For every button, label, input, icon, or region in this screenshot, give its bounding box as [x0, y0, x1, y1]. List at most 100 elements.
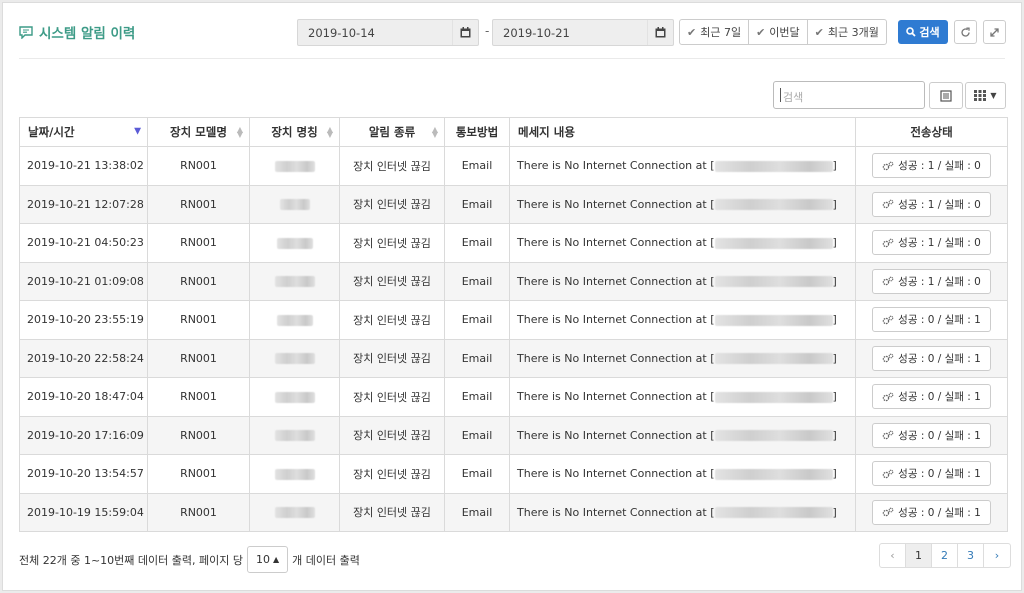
message-text: There is No Internet Connection at [: [517, 351, 715, 365]
send-status-button[interactable]: 성공 : 0 / 실패 : 1: [872, 499, 991, 525]
gears-icon: [882, 353, 894, 363]
table-search-input[interactable]: 검색: [773, 81, 925, 109]
cell-status: 성공 : 0 / 실패 : 1: [855, 454, 1008, 494]
send-status-label: 성공 : 1 / 실패 : 0: [898, 237, 981, 250]
cell-status: 성공 : 1 / 실패 : 0: [855, 223, 1008, 263]
send-status-label: 성공 : 1 / 실패 : 0: [898, 275, 981, 288]
table-row: 2019-10-21 01:09:08 RN001 장치 인터넷 끊김 Email Th…: [19, 261, 1008, 301]
cell-message: There is No Internet Connection at []: [509, 338, 856, 378]
column-header-device-name[interactable]: 장치 명칭 ▲ ▼: [249, 117, 340, 147]
cell-method: Email: [444, 184, 510, 224]
cell-datetime: 2019-10-21 01:09:08: [19, 261, 148, 301]
column-header-label: 장치 명칭: [271, 125, 318, 139]
cell-message: There is No Internet Connection at []: [509, 492, 856, 532]
cell-model: RN001: [147, 377, 250, 417]
column-header-alert-type[interactable]: 알림 종류 ▲ ▼: [339, 117, 445, 147]
end-date-field[interactable]: 2019-10-21: [492, 19, 674, 46]
message-text: There is No Internet Connection at [: [517, 274, 715, 288]
range-this-month-button[interactable]: ✔ 이번달: [749, 20, 808, 44]
start-date-value: 2019-10-14: [308, 26, 375, 40]
table-row: 2019-10-21 13:38:02 RN001 장치 인터넷 끊김 Email Th…: [19, 146, 1008, 186]
start-date-field[interactable]: 2019-10-14: [297, 19, 479, 46]
send-status-button[interactable]: 성공 : 0 / 실패 : 1: [872, 461, 991, 487]
redacted-location: [714, 276, 833, 288]
cell-alert-type: 장치 인터넷 끊김: [339, 223, 445, 263]
column-header-label: 전송상태: [910, 125, 953, 139]
column-header-method: 통보방법: [444, 117, 510, 147]
cell-alert-type: 장치 인터넷 끊김: [339, 146, 445, 186]
cell-status: 성공 : 1 / 실패 : 0: [855, 184, 1008, 224]
send-status-label: 성공 : 0 / 실패 : 1: [898, 429, 981, 442]
column-header-model[interactable]: 장치 모델명 ▲ ▼: [147, 117, 250, 147]
send-status-button[interactable]: 성공 : 0 / 실패 : 1: [872, 384, 991, 410]
redacted-device-name: [279, 199, 310, 211]
column-header-datetime[interactable]: 날짜/시간 ▼: [19, 117, 148, 147]
expand-button[interactable]: [983, 20, 1006, 44]
column-header-message: 메세지 내용: [509, 117, 856, 147]
page-2-button[interactable]: 2: [932, 544, 958, 567]
footer-summary: 전체 22개 중 1~10번째 데이터 출력, 페이지 당: [19, 553, 243, 567]
expand-icon: [990, 27, 999, 37]
page-prev-button[interactable]: ‹: [880, 544, 906, 567]
sort-icon: ▲ ▼: [326, 125, 333, 139]
send-status-button[interactable]: 성공 : 0 / 실패 : 1: [872, 345, 991, 371]
range-button-label: 최근 7일: [700, 26, 742, 39]
toggle-view-button[interactable]: [929, 82, 963, 109]
cell-method: Email: [444, 377, 510, 417]
gears-icon: [882, 469, 894, 478]
column-header-label: 알림 종류: [368, 125, 416, 139]
send-status-button[interactable]: 성공 : 0 / 실패 : 1: [872, 422, 991, 448]
check-icon: ✔: [756, 25, 766, 39]
send-status-button[interactable]: 성공 : 1 / 실패 : 0: [872, 153, 991, 179]
search-icon: [906, 27, 917, 37]
message-close: ]: [832, 428, 837, 442]
sort-desc-icon: ▼: [134, 126, 141, 137]
send-status-button[interactable]: 성공 : 1 / 실패 : 0: [872, 191, 991, 217]
redacted-device-name: [276, 237, 313, 249]
cell-message: There is No Internet Connection at []: [509, 184, 856, 224]
send-status-button[interactable]: 성공 : 1 / 실패 : 0: [872, 268, 991, 294]
cell-device-name: [249, 454, 340, 494]
cell-device-name: [249, 184, 340, 224]
cell-message: There is No Internet Connection at []: [509, 454, 856, 494]
search-button[interactable]: 검색: [898, 20, 948, 44]
page-size-dropdown[interactable]: 10 ▲: [246, 546, 289, 573]
cell-message: There is No Internet Connection at []: [509, 261, 856, 301]
page-next-button[interactable]: ›: [984, 544, 1010, 567]
table-row: 2019-10-20 13:54:57 RN001 장치 인터넷 끊김 Email Th…: [19, 454, 1008, 494]
cell-method: Email: [444, 492, 510, 532]
redacted-location: [714, 507, 833, 519]
cell-model: RN001: [147, 261, 250, 301]
range-last-7-days-button[interactable]: ✔ 최근 7일: [680, 20, 750, 44]
redacted-device-name: [274, 276, 315, 288]
gears-icon: [882, 315, 894, 324]
refresh-button[interactable]: [954, 20, 977, 44]
cell-alert-type: 장치 인터넷 끊김: [339, 492, 445, 532]
cell-datetime: 2019-10-21 04:50:23: [19, 223, 148, 263]
table-row: 2019-10-20 17:16:09 RN001 장치 인터넷 끊김 Email Th…: [19, 415, 1008, 455]
calendar-icon[interactable]: [452, 20, 478, 45]
cell-model: RN001: [147, 184, 250, 224]
check-icon: ✔: [687, 25, 697, 39]
page-1-button[interactable]: 1: [906, 544, 932, 567]
columns-dropdown-button[interactable]: ▼: [965, 82, 1006, 109]
redacted-device-name: [276, 314, 313, 326]
cell-device-name: [249, 377, 340, 417]
calendar-icon[interactable]: [647, 20, 673, 45]
range-button-label: 이번달: [769, 26, 800, 39]
redacted-location: [714, 199, 833, 211]
table-row: 2019-10-21 04:50:23 RN001 장치 인터넷 끊김 Email Th…: [19, 223, 1008, 263]
date-separator: -: [485, 24, 490, 38]
redacted-location: [714, 353, 833, 365]
message-text: There is No Internet Connection at [: [517, 313, 715, 327]
table-row: 2019-10-20 18:47:04 RN001 장치 인터넷 끊김 Email Th…: [19, 377, 1008, 417]
cell-device-name: [249, 492, 340, 532]
cell-message: There is No Internet Connection at []: [509, 415, 856, 455]
cell-method: Email: [444, 454, 510, 494]
page-3-button[interactable]: 3: [958, 544, 984, 567]
send-status-button[interactable]: 성공 : 1 / 실패 : 0: [872, 230, 991, 256]
cell-message: There is No Internet Connection at []: [509, 223, 856, 263]
send-status-button[interactable]: 성공 : 0 / 실패 : 1: [872, 307, 991, 333]
caret-up-icon: ▲: [272, 555, 280, 564]
range-last-3-months-button[interactable]: ✔ 최근 3개월: [808, 20, 886, 44]
